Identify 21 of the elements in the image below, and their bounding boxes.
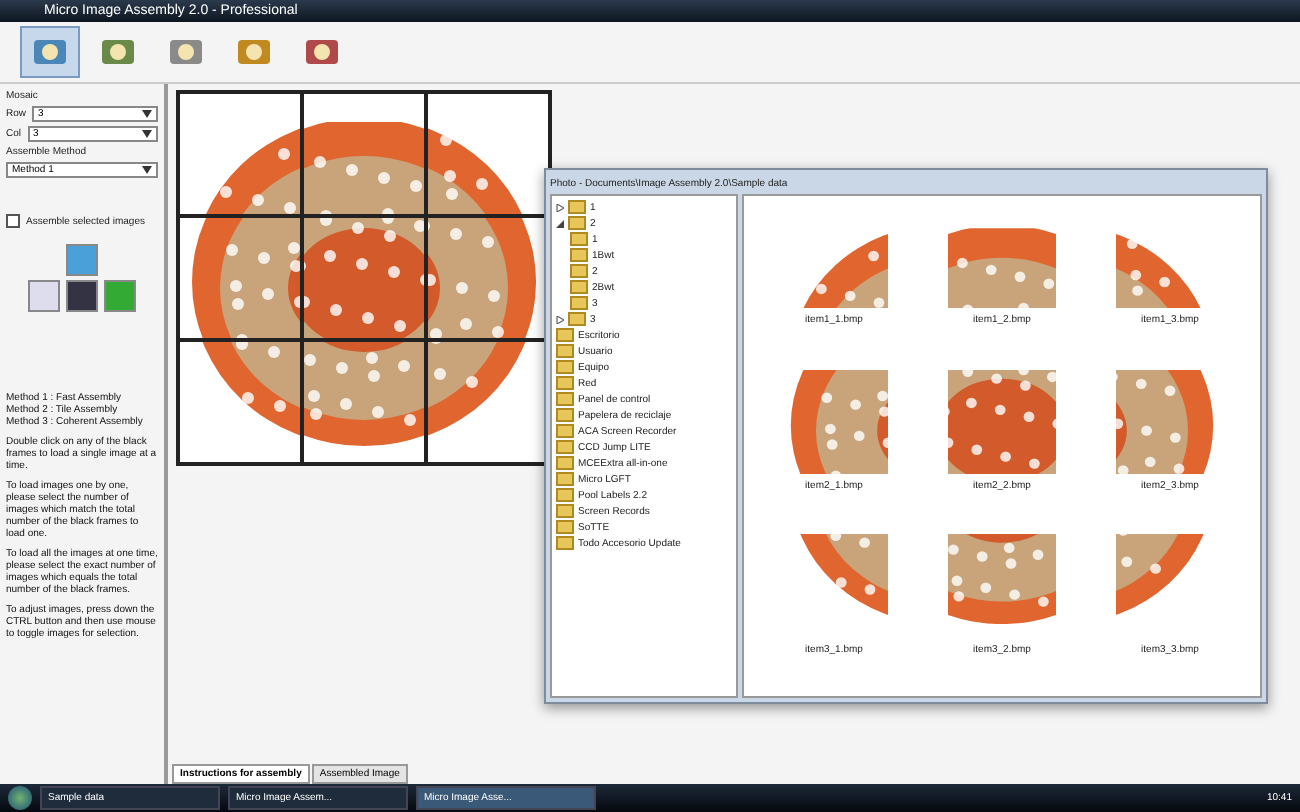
expander-icon[interactable] (556, 315, 564, 323)
caret-icon (142, 166, 152, 174)
checkbox[interactable] (6, 214, 20, 228)
picture-icon (304, 36, 340, 68)
caret-icon (142, 110, 152, 118)
image-tile (304, 218, 424, 338)
save-button[interactable] (66, 280, 98, 312)
image-tile (304, 94, 424, 214)
picture-icon (168, 36, 204, 68)
picture-icon (100, 36, 136, 68)
caret-icon (142, 130, 152, 138)
picture-icon (236, 36, 272, 68)
start-button[interactable] (8, 786, 32, 810)
image-thumbnail (948, 369, 1056, 474)
document-button[interactable] (28, 280, 60, 312)
expander-icon[interactable] (556, 203, 564, 211)
toolbar-button[interactable] (20, 26, 80, 78)
image-tile (428, 218, 548, 338)
image-tile (180, 218, 300, 338)
picture-icon (32, 36, 68, 68)
expander-icon[interactable] (556, 219, 564, 227)
